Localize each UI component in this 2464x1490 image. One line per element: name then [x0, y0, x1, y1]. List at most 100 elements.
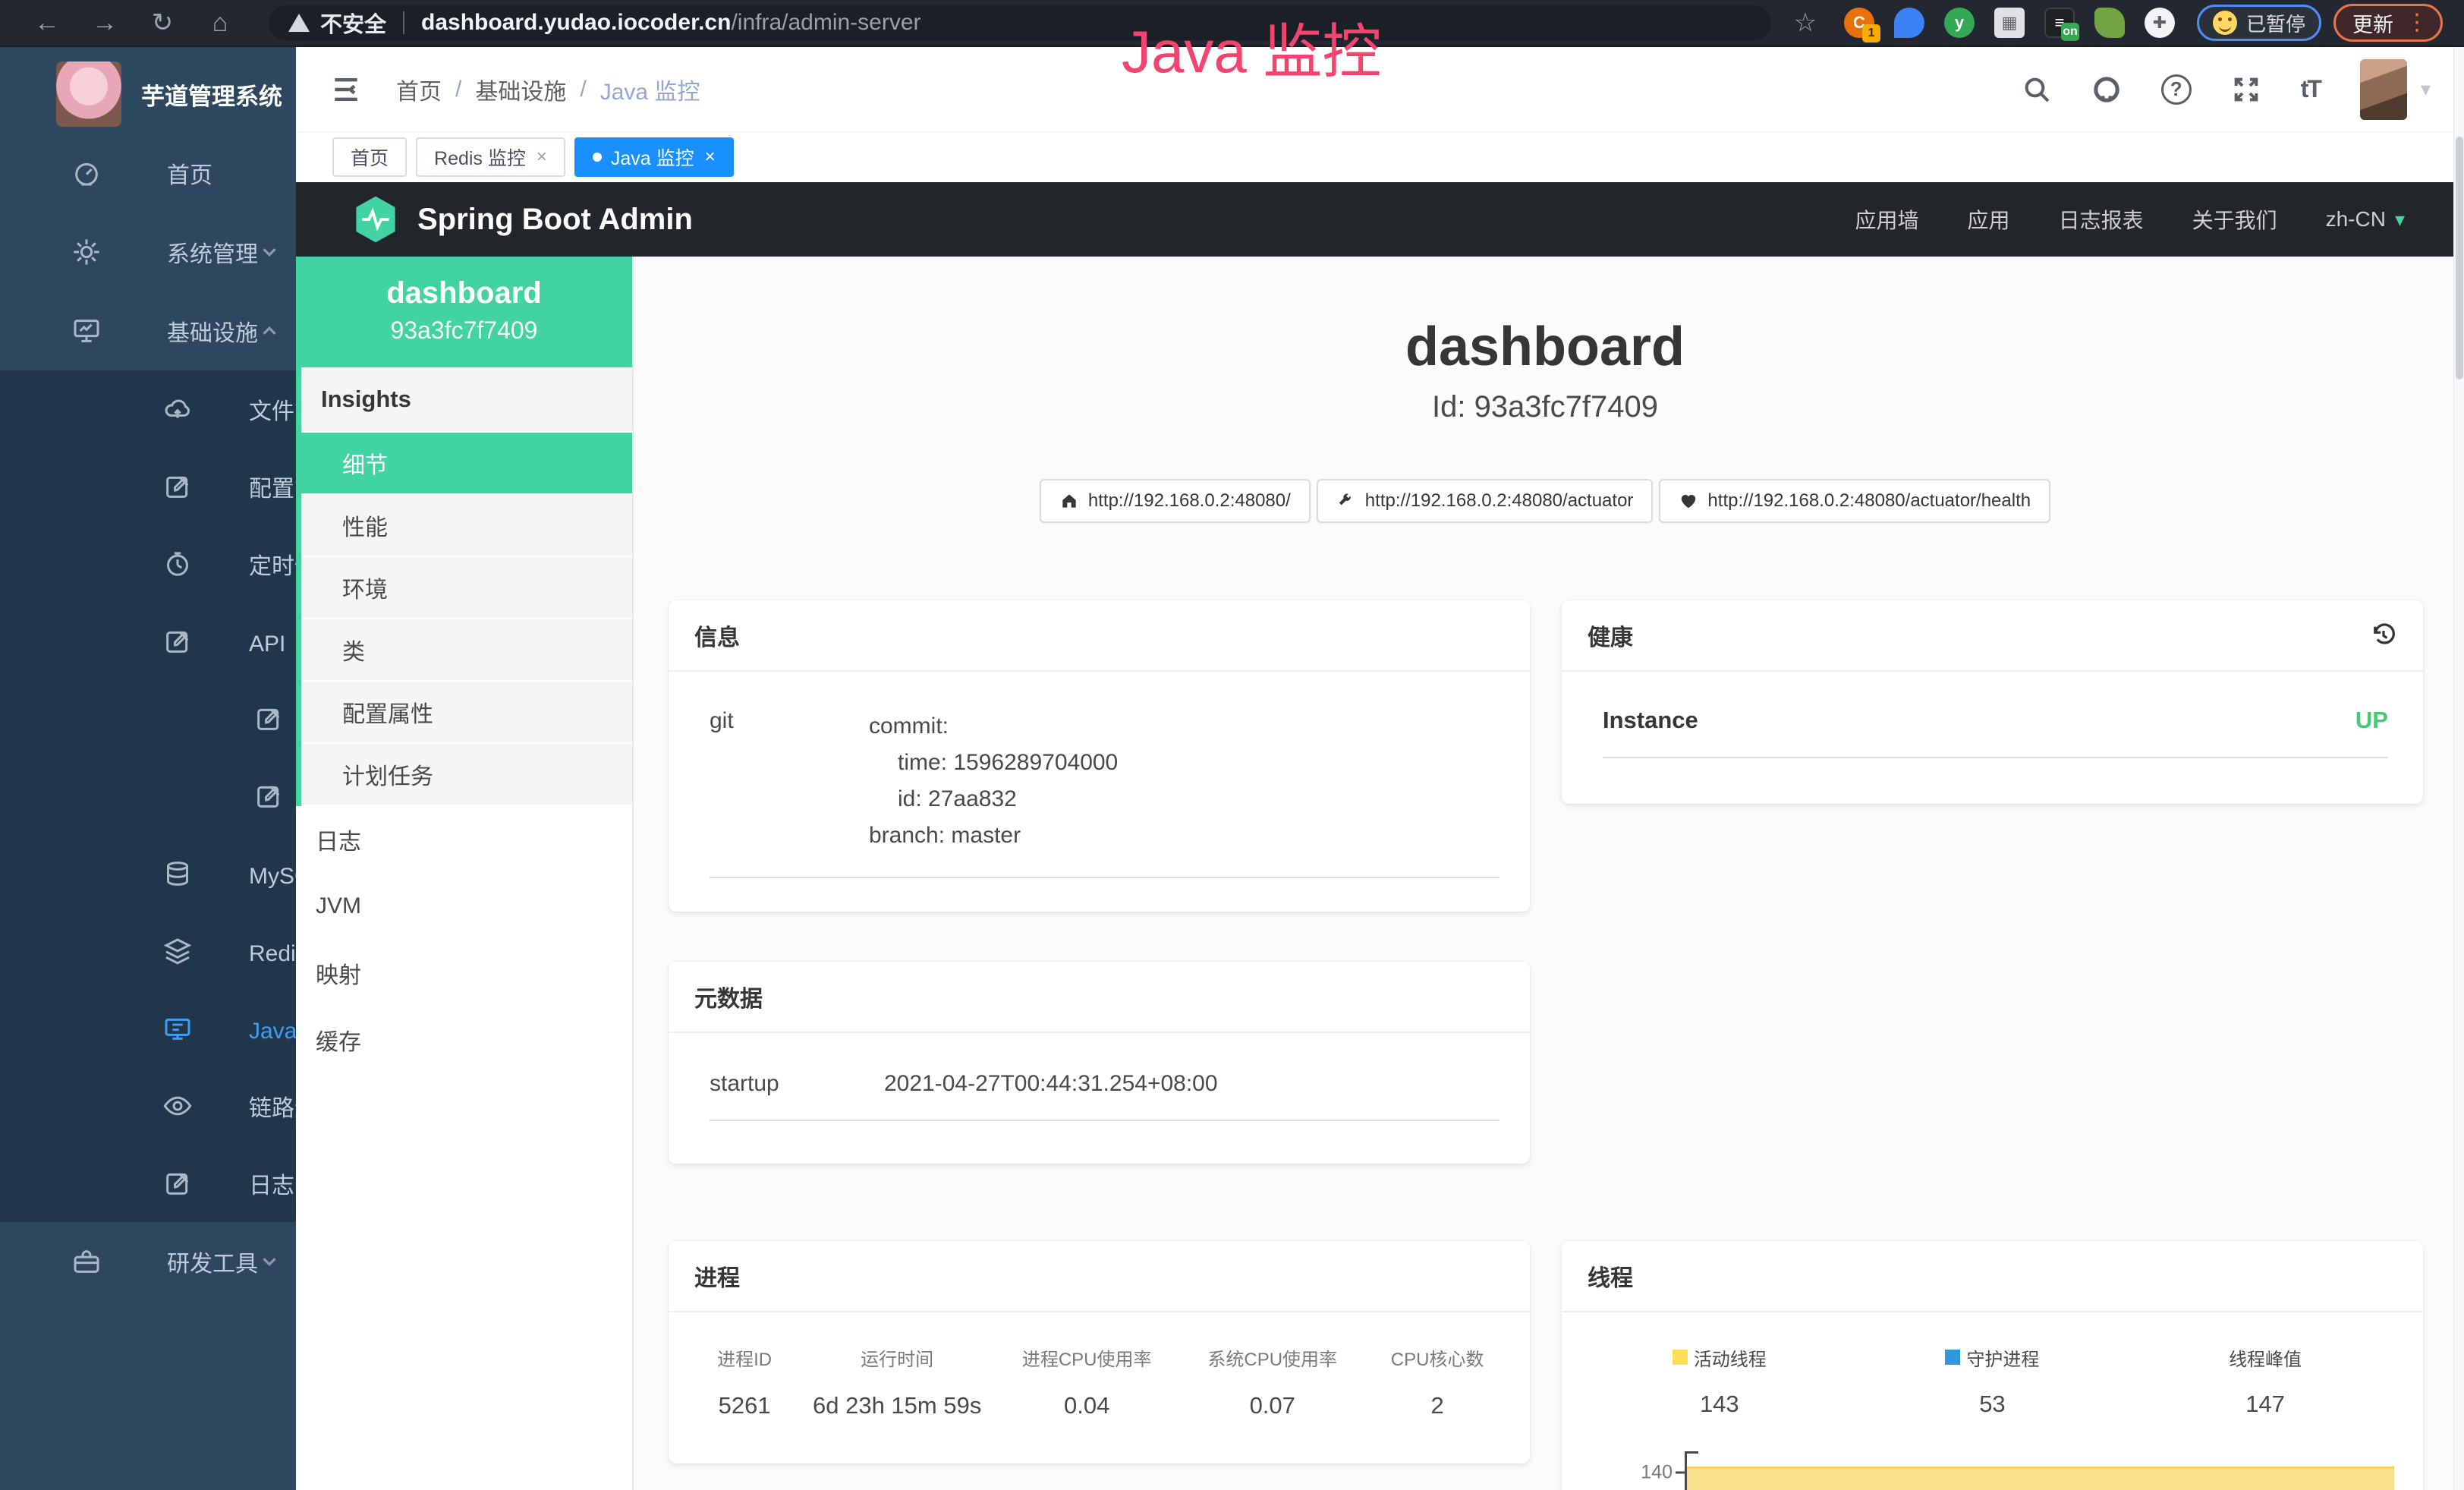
font-size-icon[interactable]: tT [2301, 75, 2321, 103]
process-card: 进程 进程ID5261 运行时间6d 23h 15m 59s 进程CPU使用率0… [669, 1241, 1530, 1463]
health-url-button[interactable]: http://192.168.0.2:48080/actuator/health [1659, 479, 2050, 523]
reload-icon[interactable]: ↻ [144, 5, 181, 41]
sba-item-environment[interactable]: 环境 [301, 557, 632, 619]
fullscreen-icon[interactable] [2231, 74, 2261, 105]
kebab-menu-icon[interactable]: ⋮ [2406, 11, 2428, 34]
extension-grid-icon[interactable]: ▦ [1994, 8, 2025, 38]
extension-puzzle-icon[interactable]: ✚ [2145, 8, 2175, 38]
app-sidebar: 芋道管理系统 首页 系统管理 基础设施 [0, 47, 296, 1490]
sidebar-item-config-management[interactable]: 配置管理 [0, 448, 296, 525]
hamburger-icon[interactable] [329, 73, 363, 106]
app-title: 芋道管理系统 [141, 77, 282, 112]
security-label[interactable]: 不安全 [320, 7, 386, 39]
sba-nav-applications[interactable]: 应用 [1968, 204, 2010, 235]
tab-home[interactable]: 首页 [332, 137, 407, 177]
legend-yellow-swatch [1673, 1350, 1688, 1365]
sba-brand-title[interactable]: Spring Boot Admin [417, 203, 693, 237]
search-icon[interactable] [2022, 74, 2052, 105]
database-icon [161, 857, 194, 890]
sba-item-caches[interactable]: 缓存 [296, 1006, 632, 1073]
sidebar-item-dev-tools[interactable]: 研发工具 [0, 1222, 296, 1301]
breadcrumb-home[interactable]: 首页 [396, 73, 442, 106]
row-divider [1603, 757, 2388, 758]
sidebar-item-error-log[interactable]: 错误日志 [0, 758, 296, 835]
sba-nav-journal[interactable]: 日志报表 [2059, 204, 2144, 235]
legend-blue-swatch [1945, 1350, 1960, 1365]
sba-item-details[interactable]: 细节 [301, 433, 632, 495]
threads-card: 线程 活动线程 143 [1562, 1241, 2423, 1490]
sba-item-jvm[interactable]: JVM [296, 873, 632, 940]
sba-item-scheduled-tasks[interactable]: 计划任务 [301, 744, 632, 806]
warning-icon [288, 14, 310, 32]
sba-nav-about[interactable]: 关于我们 [2192, 204, 2277, 235]
cards-row-1: 信息 git commit: time: 1596289704000 [669, 600, 2422, 912]
scrollbar-thumb[interactable] [2456, 137, 2463, 380]
process-col-value: 0.07 [1182, 1392, 1363, 1419]
threads-chart: 140 120 100 [1600, 1447, 2396, 1490]
extension-y-icon[interactable]: y [1944, 8, 1975, 38]
sba-nav: 应用墙 应用 日志报表 关于我们 zh-CN ▾ [1807, 204, 2405, 235]
sidebar-item-trace[interactable]: 链路追踪 [0, 1067, 296, 1145]
sidebar-item-infrastructure[interactable]: 基础设施 [0, 291, 296, 370]
sba-locale-select[interactable]: zh-CN ▾ [2326, 207, 2405, 232]
close-icon[interactable]: × [705, 146, 716, 168]
chevron-up-icon [258, 320, 281, 342]
caret-down-icon[interactable]: ▾ [2421, 77, 2431, 101]
user-avatar[interactable] [2360, 59, 2407, 120]
gear-icon [70, 235, 103, 269]
sidebar-item-scheduled-jobs[interactable]: 定时任务 [0, 525, 296, 603]
extension-colorzilla-icon[interactable]: C 1 [1844, 8, 1874, 38]
tab-java-monitor[interactable]: Java 监控 × [574, 137, 734, 177]
github-icon[interactable] [2091, 74, 2122, 105]
update-button[interactable]: 更新 ⋮ [2333, 4, 2443, 42]
app-logo-row[interactable]: 芋道管理系统 [0, 47, 296, 134]
sidebar-item-api-log[interactable]: API 日志 [0, 603, 296, 680]
forward-icon[interactable]: → [87, 5, 123, 41]
sidebar-item-redis-monitor[interactable]: Redis 监控 [0, 912, 296, 990]
sidebar-item-access-log[interactable]: 访问日志 [0, 680, 296, 758]
sidebar-item-system[interactable]: 系统管理 [0, 213, 296, 291]
sba-item-classes[interactable]: 类 [301, 619, 632, 682]
sba-item-mappings[interactable]: 映射 [296, 940, 632, 1006]
update-label: 更新 [2352, 8, 2393, 38]
sidebar-item-log-center[interactable]: 日志中心 [0, 1145, 296, 1222]
status-badge: UP [2355, 707, 2388, 734]
page-scrollbar[interactable] [2453, 47, 2464, 1490]
threads-card-header: 线程 [1562, 1241, 2423, 1312]
service-url-button[interactable]: http://192.168.0.2:48080/ [1040, 479, 1311, 523]
bookmark-star-icon[interactable]: ☆ [1787, 5, 1824, 41]
sba-item-logs[interactable]: 日志 [296, 806, 632, 873]
extension-switch-icon[interactable]: ≡ on [2044, 8, 2075, 38]
sba-nav-wallboard[interactable]: 应用墙 [1855, 204, 1919, 235]
close-icon[interactable]: × [537, 146, 547, 168]
sidebar-item-java-monitor[interactable]: Java 监控 [0, 990, 296, 1067]
back-icon[interactable]: ← [29, 5, 65, 41]
home-icon[interactable]: ⌂ [202, 5, 238, 41]
actuator-url-button[interactable]: http://192.168.0.2:48080/actuator [1317, 479, 1654, 523]
spring-boot-admin-frame: Spring Boot Admin 应用墙 应用 日志报表 关于我们 zh-CN… [296, 182, 2464, 1490]
tab-redis-monitor[interactable]: Redis 监控 × [416, 137, 565, 177]
process-col-header: 进程ID [687, 1344, 802, 1371]
sba-item-config-props[interactable]: 配置属性 [301, 682, 632, 744]
sidebar-item-mysql-monitor[interactable]: MySQL 监控 [0, 835, 296, 912]
sidebar-item-file-management[interactable]: 文件管理 [0, 370, 296, 448]
cards-row-2: 元数据 startup 2021-04-27T00:44:31.254+08:0… [669, 962, 2422, 1164]
paused-profile-chip[interactable]: 已暂停 [2197, 5, 2321, 41]
url-text[interactable]: dashboard.yudao.iocoder.cn/infra/admin-s… [421, 10, 921, 36]
help-icon[interactable]: ? [2161, 74, 2192, 105]
home-icon [1059, 491, 1079, 511]
address-bar[interactable]: 不安全 dashboard.yudao.iocoder.cn/infra/adm… [269, 5, 1771, 40]
y-tick-mark [1676, 1471, 1685, 1473]
sba-sidebar: dashboard 93a3fc7f7409 Insights 细节 性能 环境… [296, 257, 634, 1490]
health-row-instance: Instance UP [1603, 707, 2388, 734]
extension-sprout-icon[interactable] [2094, 8, 2125, 38]
history-icon[interactable] [2370, 622, 2397, 649]
info-card: 信息 git commit: time: 1596289704000 [669, 600, 1530, 912]
sidebar-item-home[interactable]: 首页 [0, 134, 296, 213]
sba-insights-group: Insights 细节 性能 环境 类 配置属性 计划任务 [296, 367, 632, 806]
sba-item-metrics[interactable]: 性能 [301, 495, 632, 557]
breadcrumb-infrastructure[interactable]: 基础设施 [475, 73, 566, 106]
extension-pin-icon[interactable] [1894, 8, 1924, 38]
sba-app-block[interactable]: dashboard 93a3fc7f7409 [296, 257, 632, 367]
info-card-header: 信息 [669, 600, 1530, 672]
